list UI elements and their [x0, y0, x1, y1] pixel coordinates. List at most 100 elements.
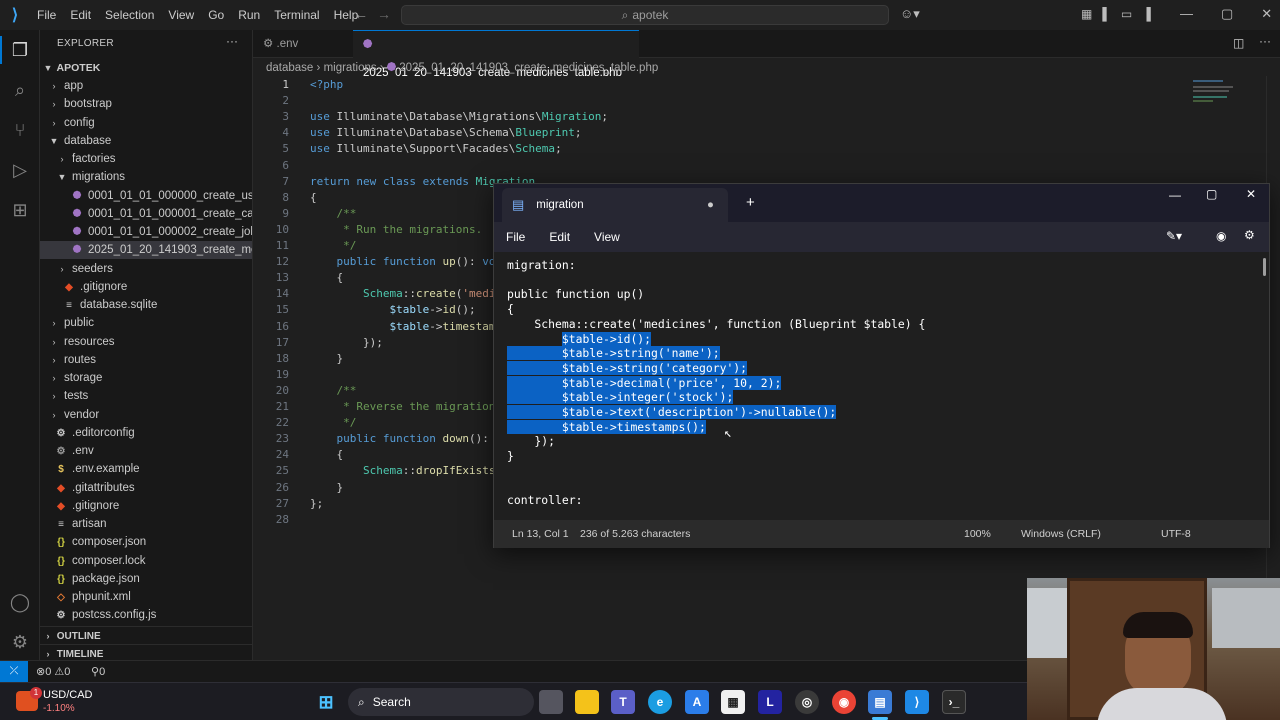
file-item[interactable]: {} package.json: [40, 570, 252, 588]
store-icon[interactable]: A: [685, 690, 709, 714]
folder-item[interactable]: › storage: [40, 369, 252, 387]
zoom-level[interactable]: 100%: [964, 528, 991, 540]
ms-store-icon[interactable]: ▦: [721, 690, 745, 714]
file-item[interactable]: ◇ phpunit.xml: [40, 588, 252, 606]
file-item[interactable]: ≡ artisan: [40, 515, 252, 533]
folder-item[interactable]: › routes: [40, 351, 252, 369]
launcher-l-icon[interactable]: L: [758, 690, 782, 714]
problems-indicator[interactable]: ⊗0 ⚠0: [36, 665, 70, 678]
close-icon[interactable]: ✕: [1261, 6, 1272, 22]
file-item[interactable]: ⯄ 0001_01_01_000002_create_jobs_t...: [40, 223, 252, 241]
menu-terminal[interactable]: Terminal: [267, 0, 326, 30]
start-windows-icon[interactable]: ⊞: [314, 690, 338, 714]
file-item[interactable]: ⯄ 2025_01_20_141903_create_medic...: [40, 241, 252, 260]
project-root[interactable]: ▼ APOTEK: [40, 59, 252, 77]
file-item[interactable]: ◆ .gitignore: [40, 497, 252, 515]
menu-go[interactable]: Go: [201, 0, 231, 30]
file-item[interactable]: {} composer.lock: [40, 552, 252, 570]
breadcrumb-item[interactable]: migrations: [324, 62, 377, 74]
folder-item[interactable]: › public: [40, 314, 252, 332]
file-item[interactable]: ⚙ .editorconfig: [40, 424, 252, 442]
minimap[interactable]: [1193, 76, 1243, 116]
menu-file[interactable]: File: [30, 0, 63, 30]
run-debug-icon[interactable]: ▷: [8, 158, 32, 182]
file-item[interactable]: ⯄ 0001_01_01_000000_create_users_...: [40, 187, 252, 205]
more-actions-icon[interactable]: ···: [226, 34, 238, 48]
menu-run[interactable]: Run: [231, 0, 267, 30]
file-item[interactable]: ≡ database.sqlite: [40, 296, 252, 314]
breadcrumb-item[interactable]: database: [266, 62, 313, 74]
search-icon[interactable]: ⌕: [8, 78, 32, 102]
file-item[interactable]: ◆ .gitignore: [40, 278, 252, 296]
settings-gear-icon[interactable]: ⚙: [8, 630, 32, 654]
menu-view[interactable]: View: [161, 0, 201, 30]
file-item[interactable]: $ .env.example: [40, 460, 252, 478]
maximize-icon[interactable]: ▢: [1221, 6, 1233, 22]
forward-arrow-icon[interactable]: →: [377, 6, 391, 22]
outline-section[interactable]: › OUTLINE: [40, 626, 252, 644]
notepad-text-area[interactable]: migration: public function up(){ Schema::…: [494, 252, 1269, 520]
folder-item[interactable]: › bootstrap: [40, 95, 252, 113]
extensions-icon[interactable]: ⊞: [8, 198, 32, 222]
source-control-icon[interactable]: ⑂: [8, 118, 32, 142]
tab-env[interactable]: ⚙ .env: [253, 30, 353, 58]
vscode-logo-icon[interactable]: ⟩: [0, 0, 30, 30]
edge-icon[interactable]: e: [648, 690, 672, 714]
folder-item[interactable]: ▼ database: [40, 132, 252, 150]
weather-widget[interactable]: 1 USD/CAD -1.10%: [16, 687, 106, 717]
file-item[interactable]: ⚙ .env: [40, 442, 252, 460]
file-item[interactable]: {} composer.json: [40, 533, 252, 551]
folder-item[interactable]: › tests: [40, 387, 252, 405]
np-scrollbar[interactable]: [1263, 258, 1266, 276]
file-explorer-icon[interactable]: [575, 690, 599, 714]
new-tab-icon[interactable]: +: [746, 194, 755, 211]
app-circle-icon[interactable]: ◎: [795, 690, 819, 714]
file-item[interactable]: ◆ .gitattributes: [40, 479, 252, 497]
line-endings[interactable]: Windows (CRLF): [1021, 528, 1101, 540]
task-view-icon[interactable]: [539, 690, 563, 714]
teams-icon[interactable]: T: [611, 690, 635, 714]
vscode-taskbar-icon[interactable]: ⟩: [905, 690, 929, 714]
folder-item[interactable]: › vendor: [40, 406, 252, 424]
copilot-rewrite-icon[interactable]: ✎▾: [1166, 229, 1182, 243]
back-arrow-icon[interactable]: ←: [354, 6, 368, 22]
copilot-icon[interactable]: ☺▾: [900, 6, 920, 22]
split-editor-icon[interactable]: ◫: [1233, 36, 1244, 50]
breadcrumb-item[interactable]: 2025_01_20_141903_create_medicines_table…: [399, 62, 658, 74]
np-settings-icon[interactable]: ⚙: [1244, 228, 1255, 242]
layout-customize-icon[interactable]: ▦: [1081, 7, 1092, 21]
np-maximize-icon[interactable]: ▢: [1206, 187, 1217, 201]
np-menu-file[interactable]: File: [494, 230, 537, 244]
menu-edit[interactable]: Edit: [63, 0, 98, 30]
tab-active-migration[interactable]: ⯄ 2025_01_20_141903_create_medicines_tab…: [353, 30, 639, 107]
explorer-icon[interactable]: ❐: [8, 38, 32, 62]
folder-item[interactable]: › resources: [40, 333, 252, 351]
more-icon[interactable]: ···: [1259, 34, 1271, 48]
toggle-secondary-sidebar-icon[interactable]: ▐: [1142, 7, 1151, 21]
chrome-icon[interactable]: ◉: [832, 690, 856, 714]
command-center-search[interactable]: ⌕ apotek: [401, 5, 889, 25]
np-menu-view[interactable]: View: [582, 230, 632, 244]
toggle-panel-icon[interactable]: ▭: [1121, 7, 1132, 21]
account-icon[interactable]: ◯: [8, 590, 32, 614]
file-item[interactable]: ⯄ 0001_01_01_000001_create_cache...: [40, 205, 252, 223]
file-item[interactable]: ⚙ postcss.config.js: [40, 606, 252, 624]
terminal-icon[interactable]: ›_: [942, 690, 966, 714]
minimize-icon[interactable]: —: [1180, 6, 1193, 22]
folder-item[interactable]: › config: [40, 114, 252, 132]
notepad-taskbar-icon[interactable]: ▤: [868, 690, 892, 714]
folder-item[interactable]: › seeders: [40, 260, 252, 278]
taskbar-search[interactable]: ⌕ Search: [348, 688, 534, 716]
toggle-sidebar-icon[interactable]: ▌: [1102, 7, 1111, 21]
account-icon[interactable]: ◉: [1216, 229, 1226, 243]
notepad-tab[interactable]: ▤ migration ●: [502, 188, 728, 222]
menu-selection[interactable]: Selection: [98, 0, 161, 30]
np-minimize-icon[interactable]: —: [1169, 188, 1181, 202]
encoding[interactable]: UTF-8: [1161, 528, 1191, 540]
folder-item[interactable]: ▼ migrations: [40, 168, 252, 186]
folder-item[interactable]: › factories: [40, 150, 252, 168]
np-menu-edit[interactable]: Edit: [537, 230, 582, 244]
ports-indicator[interactable]: ⚲0: [91, 665, 105, 678]
folder-item[interactable]: › app: [40, 77, 252, 95]
remote-indicator[interactable]: ⤫: [0, 661, 28, 682]
